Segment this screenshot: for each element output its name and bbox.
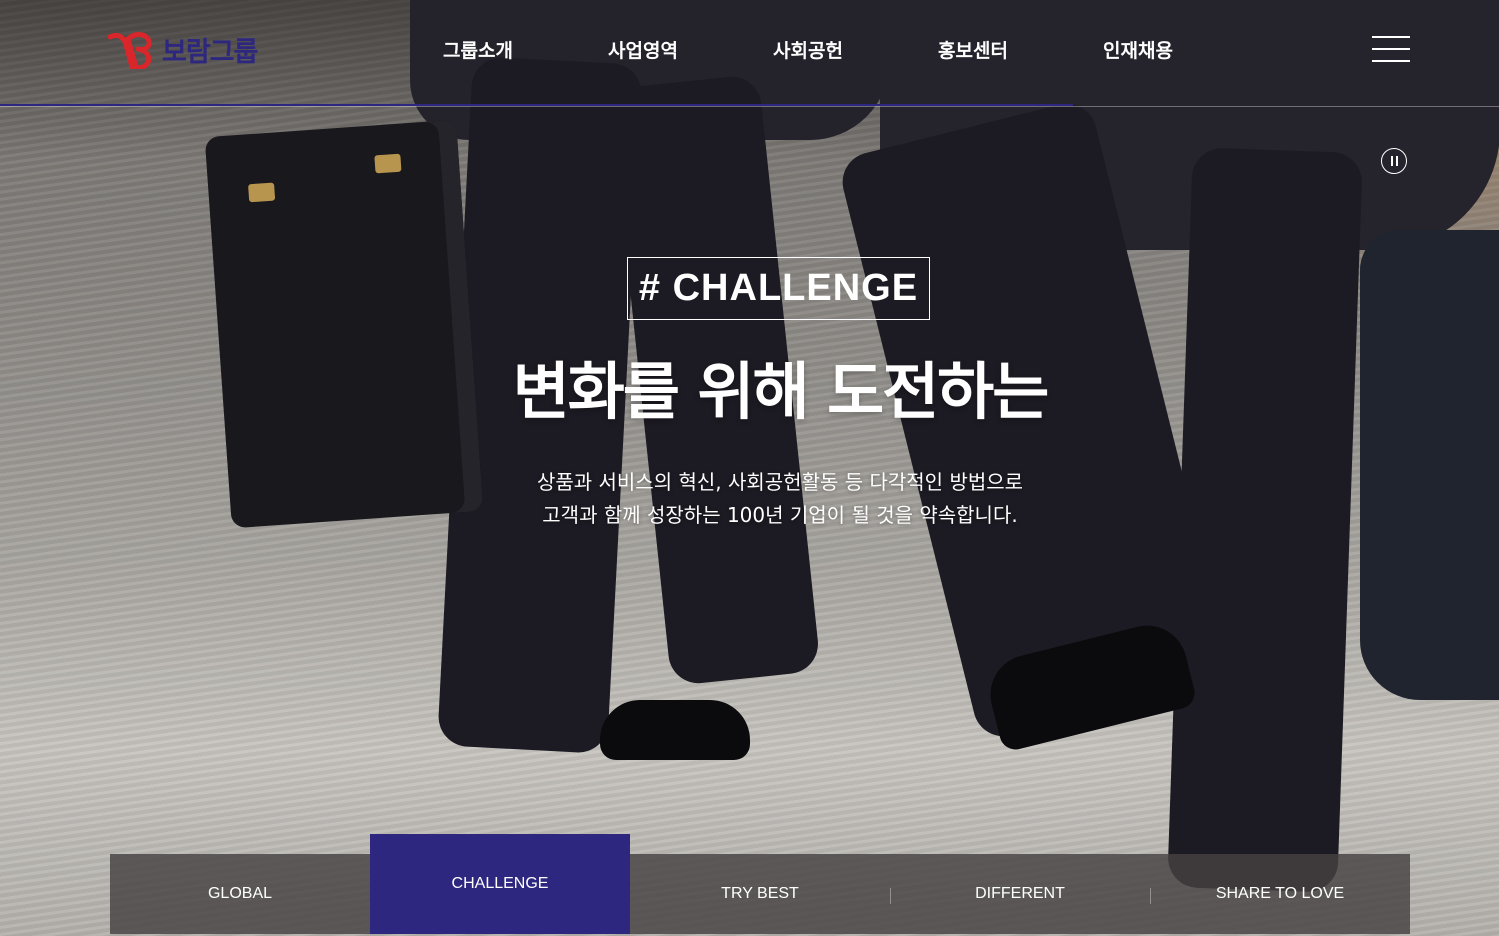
tab-try-best[interactable]: TRY BEST <box>630 854 890 934</box>
brand-logo-text: 보람그룹 <box>162 37 258 68</box>
nav-item-social-contribution[interactable]: 사회공헌 <box>773 36 843 63</box>
slide-description-line-1: 상품과 서비스의 혁신, 사회공헌활동 등 다각적인 방법으로 <box>536 470 1024 494</box>
photo-shoe-2 <box>600 700 750 760</box>
pause-icon[interactable] <box>1381 148 1407 174</box>
tab-different[interactable]: DIFFERENT <box>890 854 1150 934</box>
photo-leg-4 <box>1167 147 1363 893</box>
nav-item-pr-center[interactable]: 홍보센터 <box>938 36 1008 63</box>
brand-logo[interactable]: 보람그룹 <box>108 30 258 69</box>
photo-bag <box>1360 230 1499 700</box>
slide-tag: # CHALLENGE <box>627 257 930 320</box>
slide-progress-bar <box>0 104 1073 106</box>
nav-item-careers[interactable]: 인재채용 <box>1103 36 1173 63</box>
site-header: 보람그룹 그룹소개 사업영역 사회공헌 홍보센터 인재채용 <box>0 0 1499 107</box>
tab-share-to-love[interactable]: SHARE TO LOVE <box>1150 854 1410 934</box>
tab-global[interactable]: GLOBAL <box>110 854 370 934</box>
slide-description-line-2: 고객과 함께 성장하는 100년 기업이 될 것을 약속합니다. <box>542 503 1018 527</box>
slide-headline: 변화를 위해 도전하는 <box>512 355 1050 428</box>
hamburger-menu-icon[interactable] <box>1372 36 1410 64</box>
nav-item-group-intro[interactable]: 그룹소개 <box>443 36 513 63</box>
tab-challenge[interactable]: CHALLENGE <box>370 834 630 934</box>
nav-item-business[interactable]: 사업영역 <box>608 36 678 63</box>
slide-tabs: GLOBAL CHALLENGE TRY BEST DIFFERENT SHAR… <box>110 834 1410 934</box>
brand-logo-icon <box>108 31 152 69</box>
slide-description: 상품과 서비스의 혁신, 사회공헌활동 등 다각적인 방법으로 고객과 함께 성… <box>430 466 1130 532</box>
